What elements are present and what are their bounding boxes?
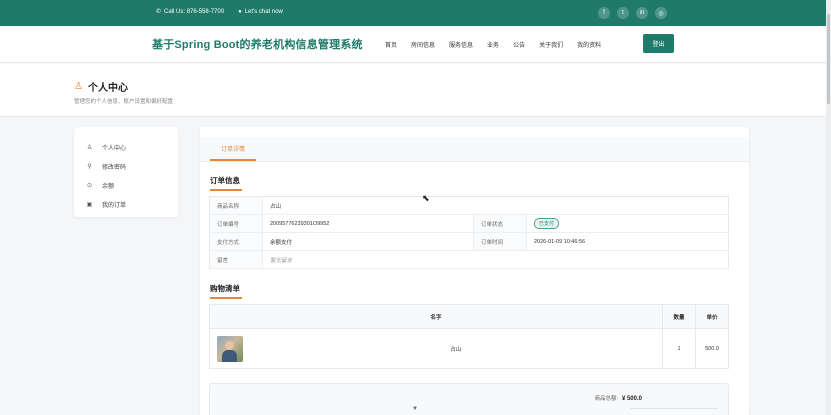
table-header-row: 名字 数量 单价 <box>209 304 729 329</box>
scrollbar-thumb[interactable] <box>827 14 830 104</box>
phone-icon: ✆ <box>156 9 162 15</box>
site-brand[interactable]: 基于Spring Boot的养老机构信息管理系统 <box>152 36 363 52</box>
item-qty: 1 <box>662 328 696 369</box>
nav-item-rooms[interactable]: 房间信息 <box>411 40 435 49</box>
remark-value: 暂无留言 <box>262 250 729 269</box>
sidebar-item-orders[interactable]: ▣ 我的订单 <box>74 195 178 214</box>
total-label: 商品总额: <box>594 396 618 402</box>
page-title: 个人中心 <box>87 83 128 94</box>
twitter-icon[interactable]: t <box>617 7 629 19</box>
product-name-value: 占山 <box>262 196 729 215</box>
item-price: 500.0 <box>695 328 729 369</box>
table-row: 商品名称 占山 <box>209 196 729 215</box>
order-info-title: 订单信息 <box>210 176 242 191</box>
sidebar-item-balance[interactable]: ⊙ 余额 <box>74 176 178 195</box>
chat-icon: ● <box>238 8 242 15</box>
key-icon: ⚲ <box>87 164 92 170</box>
wallet-icon: ⊙ <box>86 183 93 189</box>
item-name: 占山 <box>450 346 462 353</box>
nav-menu: 首页 房间信息 服务信息 业务 公告 关于我们 我的资料 <box>385 40 601 49</box>
linkedin-icon[interactable]: in <box>636 7 648 19</box>
table-row: 占山 1 500.0 <box>210 328 729 369</box>
nav-item-business[interactable]: 业务 <box>487 40 499 49</box>
facebook-icon[interactable]: f <box>598 7 610 19</box>
top-contact-bar: ✆ Call Us: 876-558-7700 ● Let's chat now… <box>0 0 826 26</box>
phone-contact[interactable]: ✆ Call Us: 876-558-7700 <box>156 8 224 16</box>
page-header: ♙ 个人中心 管理您的个人信息、账户设置和偏好配置 <box>0 64 826 117</box>
nav-item-notice[interactable]: 公告 <box>513 40 525 49</box>
nav-item-home[interactable]: 首页 <box>385 40 397 49</box>
nav-item-about[interactable]: 关于我们 <box>539 40 563 49</box>
main-navbar: 基于Spring Boot的养老机构信息管理系统 首页 房间信息 服务信息 业务… <box>0 26 826 63</box>
col-header-qty: 数量 <box>662 304 696 329</box>
table-row: 支付方式 余额支付 订单时间 2026-01-09 10:46:56 <box>209 232 729 251</box>
order-time-value: 2026-01-09 10:46:56 <box>526 232 729 251</box>
page-subtitle: 管理您的个人信息、账户设置和偏好配置 <box>74 99 174 105</box>
col-header-price: 单价 <box>695 304 729 329</box>
product-thumbnail[interactable] <box>217 335 243 362</box>
order-detail-panel: 订单详情 订单信息 商品名称 占山 订单编号 20095776239301O99… <box>200 127 749 415</box>
shopping-list-title: 购物清单 <box>210 284 242 299</box>
nav-item-services[interactable]: 服务信息 <box>449 40 473 49</box>
tab-order-detail[interactable]: 订单详情 <box>210 137 257 161</box>
instagram-icon[interactable]: ◎ <box>655 7 667 19</box>
order-icon: ▣ <box>86 202 93 208</box>
table-row: 留言 暂无留言 <box>209 250 729 269</box>
tab-bar: 订单详情 <box>200 137 749 162</box>
status-badge: 已支付 <box>534 218 560 229</box>
user-icon: ♙ <box>74 81 83 92</box>
user-icon: ♙ <box>86 145 93 151</box>
logout-button[interactable]: 登出 <box>643 34 674 53</box>
col-header-name: 名字 <box>209 304 663 329</box>
page-scrollbar[interactable] <box>826 0 831 415</box>
sidebar-item-profile[interactable]: ♙ 个人中心 <box>74 138 178 157</box>
total-value: ¥ 500.0 <box>621 396 642 402</box>
divider <box>630 408 718 409</box>
nav-item-profile[interactable]: 我的资料 <box>577 40 601 49</box>
sidebar: ♙ 个人中心 ⚲ 修改密码 ⊙ 余额 ▣ 我的订单 <box>74 127 178 217</box>
shopping-list-table: 名字 数量 单价 占山 1 500.0 <box>209 304 729 369</box>
chat-contact[interactable]: ● Let's chat now <box>238 9 283 15</box>
order-summary: 商品总额: ¥ 500.0 <box>209 383 729 415</box>
payment-method-value: 余额支付 <box>262 232 474 251</box>
scroll-down-icon[interactable]: ▼ <box>412 406 418 412</box>
table-row: 订单编号 20095776239301O9952 订单状态 已支付 <box>209 214 729 233</box>
order-info-table: 商品名称 占山 订单编号 20095776239301O9952 订单状态 已支… <box>209 196 729 269</box>
mouse-cursor-icon: ⬉ <box>422 193 430 203</box>
order-number-value: 20095776239301O9952 <box>262 214 474 233</box>
sidebar-item-password[interactable]: ⚲ 修改密码 <box>74 157 178 176</box>
